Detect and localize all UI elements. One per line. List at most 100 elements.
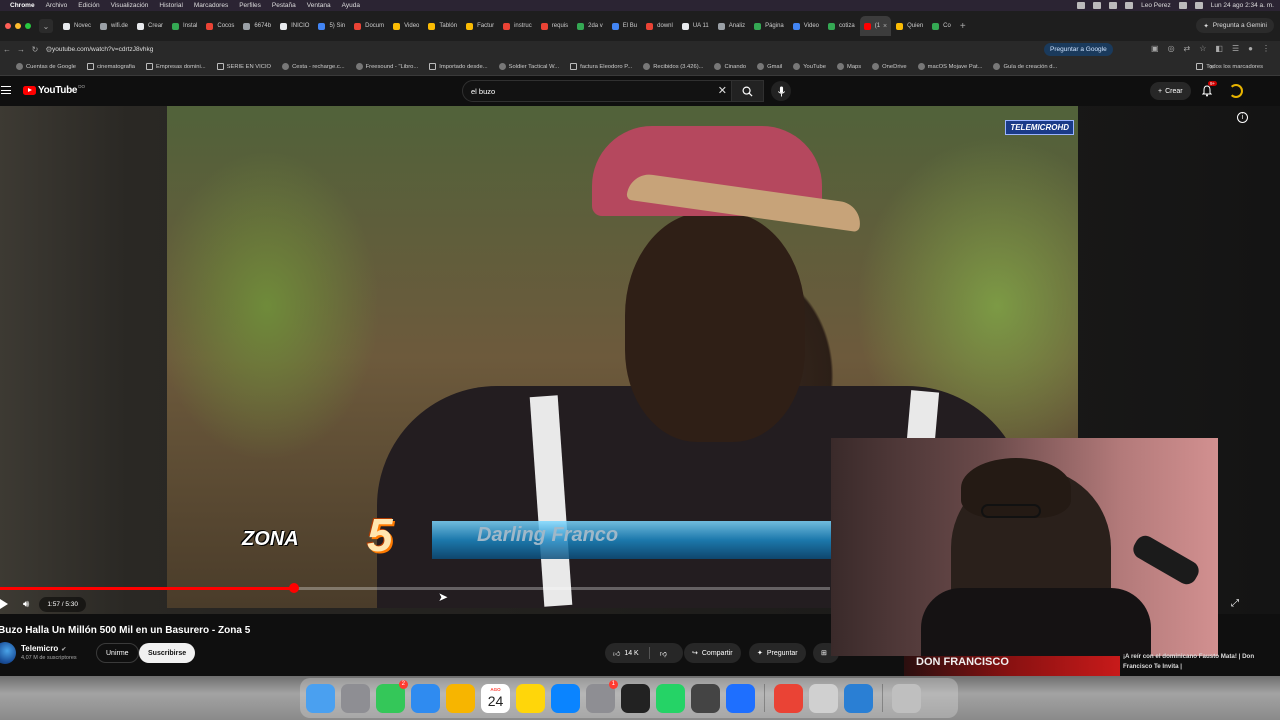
progress-bar[interactable] bbox=[0, 583, 830, 593]
menu-pestana[interactable]: Pestaña bbox=[272, 2, 296, 9]
search-input[interactable] bbox=[463, 81, 703, 102]
bookmark-item[interactable]: Empresas domini... bbox=[145, 63, 206, 70]
menu-bar-clock[interactable]: Lun 24 ago 2:34 a. m. bbox=[1211, 2, 1274, 9]
messages-icon[interactable]: 2 bbox=[376, 679, 408, 713]
translate-icon[interactable]: ⇄ bbox=[1184, 44, 1191, 53]
menu-ventana[interactable]: Ventana bbox=[307, 2, 331, 9]
browser-tab[interactable]: (1 × bbox=[859, 16, 892, 36]
bookmark-star-icon[interactable]: ☆ bbox=[1199, 44, 1206, 53]
status-item-icon[interactable] bbox=[1077, 2, 1086, 9]
browser-tab[interactable]: requis bbox=[537, 16, 572, 36]
trash-icon[interactable] bbox=[892, 683, 921, 713]
browser-tab[interactable]: Novec bbox=[59, 16, 95, 36]
back-icon[interactable]: ← bbox=[0, 45, 14, 54]
browser-tab[interactable]: UA 11 bbox=[678, 16, 713, 36]
photos-icon[interactable] bbox=[446, 683, 475, 713]
all-bookmarks-button[interactable]: Todos los marcadores bbox=[1196, 63, 1274, 70]
browser-tab[interactable]: wifi.de bbox=[96, 16, 132, 36]
bookmark-item[interactable]: Recibidos (3.426)... bbox=[643, 63, 703, 70]
chrome-menu-icon[interactable]: ⋮ bbox=[1262, 44, 1270, 53]
video-info-icon[interactable]: i bbox=[1237, 112, 1248, 123]
menu-edicion[interactable]: Edición bbox=[78, 2, 99, 9]
minimize-window-icon[interactable] bbox=[15, 23, 21, 29]
fullscreen-icon[interactable]: ⤢ bbox=[1231, 598, 1239, 609]
bookmark-item[interactable]: Maps bbox=[836, 63, 861, 70]
menu-visualizacion[interactable]: Visualización bbox=[111, 2, 149, 9]
proxy-app-icon[interactable] bbox=[844, 683, 873, 713]
bookmark-item[interactable]: factura Eleodoro P... bbox=[570, 63, 632, 70]
browser-tab[interactable]: Docum bbox=[350, 16, 388, 36]
notifications-button[interactable]: 9+ bbox=[1201, 81, 1218, 102]
status-item-icon[interactable] bbox=[1109, 2, 1118, 9]
menu-chrome[interactable]: Chrome bbox=[10, 2, 35, 9]
preview-icon[interactable] bbox=[726, 683, 755, 713]
volume-icon[interactable]: 🔊︎ bbox=[23, 599, 29, 610]
bookmark-item[interactable]: Importado desde... bbox=[429, 63, 488, 70]
bookmark-item[interactable]: SERIE EN VICIO bbox=[216, 63, 271, 70]
tab-search-chevron-icon[interactable]: ⌄ bbox=[39, 19, 53, 33]
bookmark-item[interactable]: Soldier Tactical W... bbox=[498, 63, 559, 70]
bookmark-item[interactable]: Cesta - recharge.c... bbox=[282, 63, 345, 70]
browser-tab[interactable]: 6674b bbox=[239, 16, 275, 36]
menu-ayuda[interactable]: Ayuda bbox=[342, 2, 360, 9]
incognito-icon[interactable]: ◎ bbox=[1168, 44, 1175, 53]
recommended-title[interactable]: ¡A reír con el dominicano Fausto Mata! |… bbox=[1123, 652, 1273, 672]
dislike-button[interactable]: 👎︎ bbox=[660, 649, 667, 658]
browser-tab[interactable]: Quien bbox=[892, 16, 927, 36]
menu-historial[interactable]: Historial bbox=[159, 2, 182, 9]
close-tab-icon[interactable]: × bbox=[883, 23, 887, 30]
browser-tab[interactable]: Crear bbox=[133, 16, 167, 36]
status-item-icon[interactable] bbox=[1125, 2, 1134, 9]
voice-search-button[interactable] bbox=[771, 81, 791, 101]
browser-tab[interactable]: cotiza bbox=[824, 16, 859, 36]
new-tab-icon[interactable]: + bbox=[960, 21, 966, 32]
sidepanel-icon[interactable]: ☰ bbox=[1232, 44, 1239, 53]
browser-tab[interactable]: Co bbox=[928, 16, 955, 36]
screen-recorder-icon[interactable] bbox=[691, 683, 720, 713]
url-bar[interactable]: youtube.com/watch?v=cdrtzJ8vhkg bbox=[52, 46, 153, 53]
progress-scrubber[interactable] bbox=[288, 583, 299, 593]
pencil-app-icon[interactable] bbox=[809, 683, 838, 713]
calendar-icon[interactable]: AGO 24 bbox=[481, 683, 510, 713]
menu-marcadores[interactable]: Marcadores bbox=[194, 2, 228, 9]
chrome-icon[interactable] bbox=[774, 683, 803, 713]
extensions-icon[interactable]: ◧ bbox=[1215, 44, 1223, 53]
finder-icon[interactable] bbox=[306, 683, 335, 713]
channel-avatar[interactable] bbox=[0, 642, 16, 664]
browser-tab[interactable]: Factur bbox=[462, 16, 498, 36]
play-icon[interactable] bbox=[0, 599, 8, 609]
bookmark-item[interactable]: Cuentas de Google bbox=[16, 63, 76, 70]
create-button[interactable]: + Crear bbox=[1150, 82, 1191, 100]
davinci-resolve-icon[interactable] bbox=[621, 683, 650, 713]
profile-icon[interactable]: ● bbox=[1248, 44, 1253, 53]
browser-tab[interactable]: instruc bbox=[499, 16, 536, 36]
menu-hamburger-icon[interactable] bbox=[1, 86, 11, 97]
youtube-logo[interactable]: YouTube DO bbox=[23, 84, 85, 96]
bookmark-item[interactable]: macOS Mojave Pat... bbox=[917, 63, 982, 70]
screen-share-icon[interactable]: ▣ bbox=[1151, 44, 1159, 53]
system-settings-icon[interactable]: 1 bbox=[586, 679, 618, 713]
menu-perfiles[interactable]: Perfiles bbox=[239, 2, 261, 9]
ask-button[interactable]: ✦ Preguntar bbox=[749, 643, 806, 663]
bookmark-item[interactable]: YouTube bbox=[793, 63, 826, 70]
menu-archivo[interactable]: Archivo bbox=[46, 2, 68, 9]
subscribe-button[interactable]: Suscribirse bbox=[139, 643, 196, 663]
browser-tab[interactable]: Video bbox=[389, 16, 423, 36]
clear-search-icon[interactable]: ✕ bbox=[718, 84, 727, 97]
launchpad-icon[interactable] bbox=[341, 683, 370, 713]
bookmark-item[interactable]: cinematografia bbox=[86, 63, 135, 70]
safari-icon[interactable] bbox=[411, 683, 440, 713]
browser-tab[interactable]: INICIO bbox=[276, 16, 313, 36]
bookmark-item[interactable]: Gmail bbox=[757, 63, 782, 70]
bookmark-item[interactable]: Freesound - "Libro... bbox=[355, 63, 418, 70]
whatsapp-icon[interactable] bbox=[656, 683, 685, 713]
browser-tab[interactable]: downl bbox=[642, 16, 677, 36]
like-button[interactable]: 👍︎ 14 K bbox=[613, 649, 639, 658]
browser-tab[interactable]: Cocos bbox=[202, 16, 238, 36]
browser-tab[interactable]: Tablón bbox=[424, 16, 461, 36]
browser-tab[interactable]: El Bu bbox=[608, 16, 641, 36]
close-window-icon[interactable] bbox=[5, 23, 11, 29]
join-button[interactable]: Unirme bbox=[96, 643, 139, 663]
browser-tab[interactable]: Página bbox=[750, 16, 788, 36]
account-avatar[interactable] bbox=[1229, 84, 1243, 98]
